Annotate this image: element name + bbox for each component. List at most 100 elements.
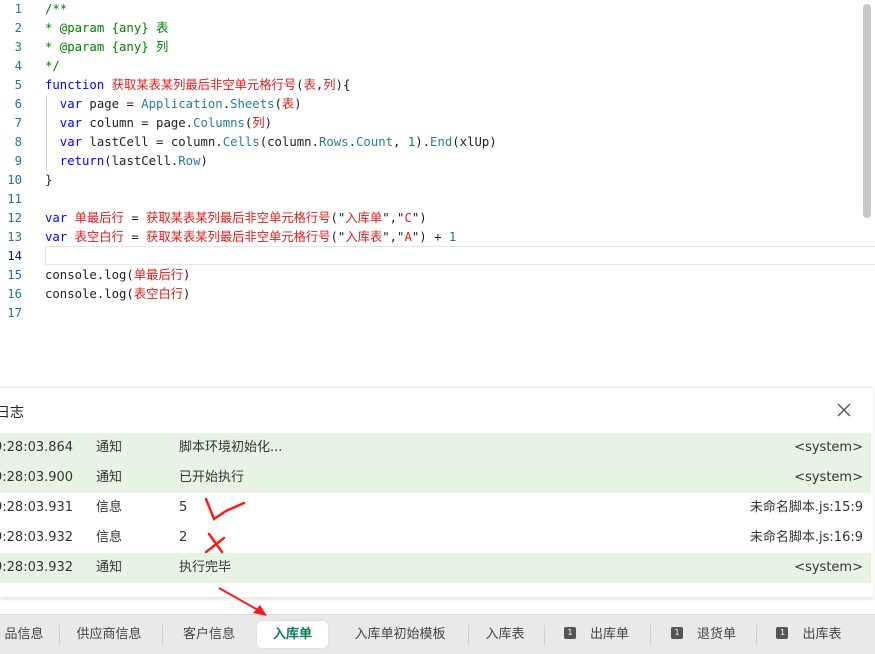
code-token: . <box>348 135 356 149</box>
code-line[interactable]: 3 * @param {any} 列 <box>0 38 875 57</box>
code-text: var column = page.Columns(列) <box>45 114 272 133</box>
line-number: 13 <box>7 230 22 244</box>
line-number: 6 <box>14 97 22 111</box>
code-line[interactable]: 15 console.log(单最后行) <box>0 266 875 285</box>
code-token: } <box>45 173 53 187</box>
sheet-tab[interactable]: 入库表 <box>470 621 540 648</box>
code-line[interactable]: 14 <box>0 247 875 266</box>
code-token: = <box>123 211 147 225</box>
log-source[interactable]: 未命名脚本.js:16:9 <box>750 523 863 553</box>
code-token: ) <box>183 268 191 282</box>
code-token: 单最后行 <box>74 211 124 225</box>
code-text: var 表空白行 = 获取某表某列最后非空单元格行号("入库表","A") + … <box>45 228 456 247</box>
log-time: 9:28:03.931 <box>0 500 74 515</box>
code-token: 获取某表某列最后非空单元格行号 <box>111 78 297 92</box>
code-text: var lastCell = column.Cells(column.Rows.… <box>45 133 497 152</box>
log-message: 2 <box>179 530 188 545</box>
log-message: 脚本环境初始化... <box>179 440 283 455</box>
close-icon[interactable] <box>836 402 852 418</box>
code-token: return <box>45 154 105 168</box>
code-token: var <box>45 230 75 244</box>
log-source[interactable]: 未命名脚本.js:15:9 <box>750 493 863 523</box>
code-token: * @param {any} 列 <box>45 40 169 54</box>
line-number: 17 <box>7 306 22 320</box>
code-token: 列 <box>252 116 265 130</box>
line-number: 8 <box>14 135 22 149</box>
code-line[interactable]: 8 var lastCell = column.Cells(column.Row… <box>0 133 875 152</box>
sheet-tab[interactable]: 品信息 <box>0 621 58 648</box>
code-token: (" <box>330 230 346 244</box>
code-line[interactable]: 17 <box>0 304 875 323</box>
sheet-tab-label: 客户信息 <box>182 627 235 642</box>
log-message: 已开始执行 <box>179 470 245 485</box>
code-token: ") <box>411 211 427 225</box>
code-token: (column. <box>259 135 319 149</box>
sheet-tab[interactable]: 1 出库单 <box>548 621 645 648</box>
code-token: 单最后行 <box>133 268 184 282</box>
code-token: var <box>45 116 90 130</box>
code-token: Sheets <box>230 97 275 111</box>
code-line[interactable]: 6 var page = Application.Sheets(表) <box>0 95 875 114</box>
code-token: (lastCell. <box>104 154 179 168</box>
code-line[interactable]: 5 function 获取某表某列最后非空单元格行号(表,列){ <box>0 76 875 95</box>
log-source[interactable]: <system> <box>794 553 863 583</box>
code-line[interactable]: 13 var 表空白行 = 获取某表某列最后非空单元格行号("入库表","A") … <box>0 228 875 247</box>
code-line[interactable]: 1 /** <box>0 0 875 19</box>
code-token: "," <box>382 211 405 225</box>
log-level: 通知 <box>96 560 123 575</box>
line-number: 9 <box>14 154 22 168</box>
code-line[interactable]: 10} <box>0 171 875 190</box>
log-time: 9:28:03.932 <box>0 530 74 545</box>
code-editor[interactable]: 1 /** 2 * @param {any} 表 3 * @param {any} 列 4 *… <box>0 0 875 386</box>
code-token: /** <box>45 2 68 16</box>
code-text: /** <box>45 0 67 19</box>
code-token: Rows <box>318 135 349 149</box>
vertical-scrollbar[interactable] <box>863 4 871 218</box>
code-text: console.log(表空白行) <box>45 285 190 304</box>
log-title: 日志 <box>0 405 24 421</box>
comment-badge-icon: 1 <box>563 626 576 639</box>
code-token: 获取某表某列最后非空单元格行号 <box>146 211 331 225</box>
sheet-tab-label: 入库表 <box>485 627 525 642</box>
sheet-tab[interactable]: 入库单初始模板 <box>335 621 465 648</box>
code-token: console.log( <box>45 268 134 282</box>
code-text: console.log(单最后行) <box>45 266 190 285</box>
line-number: 2 <box>14 21 22 35</box>
code-token: 入库单 <box>345 211 383 225</box>
code-token: 获取某表某列最后非空单元格行号 <box>146 230 331 244</box>
code-token: * @param {any} 表 <box>45 21 169 35</box>
code-text: var 单最后行 = 获取某表某列最后非空单元格行号("入库单","C") <box>45 209 427 228</box>
code-line[interactable]: 11 <box>0 190 875 209</box>
tab-divider <box>544 625 545 645</box>
sheet-tab[interactable]: 客户信息 <box>165 621 253 648</box>
tab-divider <box>650 625 651 645</box>
sheet-tab[interactable]: 供应商信息 <box>60 621 158 648</box>
code-line[interactable]: 12 var 单最后行 = 获取某表某列最后非空单元格行号("入库单","C") <box>0 209 875 228</box>
sheet-tab[interactable]: 入库单 <box>257 621 328 648</box>
log-source[interactable]: <system> <box>794 463 863 493</box>
code-token: 表 <box>303 78 316 92</box>
code-token: , <box>393 135 408 149</box>
code-token: End <box>430 135 453 149</box>
sheet-tab-label: 入库单初始模板 <box>354 627 446 642</box>
code-line[interactable]: 9 return(lastCell.Row) <box>0 152 875 171</box>
sheet-tab[interactable]: 1 退货单 <box>655 621 752 648</box>
code-token: (" <box>330 211 346 225</box>
line-number: 7 <box>14 116 22 130</box>
comment-badge-icon: 1 <box>670 626 683 639</box>
log-time: 9:28:03.932 <box>0 560 74 575</box>
code-token: Columns <box>193 116 245 130</box>
log-message: 5 <box>179 500 188 515</box>
log-message: 执行完毕 <box>179 560 232 575</box>
code-line[interactable]: 4 */ <box>0 57 875 76</box>
code-line[interactable]: 2 * @param {any} 表 <box>0 19 875 38</box>
code-token: var <box>45 135 90 149</box>
code-token: Count <box>355 135 394 149</box>
code-token: = <box>123 230 147 244</box>
sheet-tab[interactable]: 1 出库表 <box>760 621 858 648</box>
log-source[interactable]: <system> <box>794 433 863 463</box>
line-number: 1 <box>14 2 22 16</box>
code-line[interactable]: 16 console.log(表空白行) <box>0 285 875 304</box>
log-time: 9:28:03.900 <box>0 470 74 485</box>
code-line[interactable]: 7 var column = page.Columns(列) <box>0 114 875 133</box>
